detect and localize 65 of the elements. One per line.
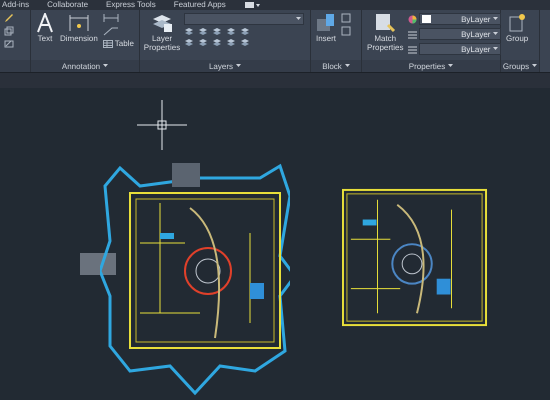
block-tool-icon — [341, 13, 352, 23]
pencil-icon — [4, 13, 14, 23]
ribbon-tab[interactable]: Express Tools — [106, 0, 156, 10]
panel-title-text: Annotation — [62, 62, 100, 70]
linear-dimension-icon — [102, 13, 119, 23]
caret-icon — [236, 64, 241, 68]
caret-icon — [344, 64, 350, 68]
property-dropdown[interactable]: ByLayer — [419, 28, 502, 40]
layers-icon — [151, 13, 173, 33]
entrance-ramp-drawing — [80, 253, 116, 275]
copy-icon — [4, 26, 14, 36]
caret-icon — [296, 17, 301, 21]
ribbon-tab[interactable]: Add-ins — [2, 0, 30, 10]
tab-overflow-icon — [244, 1, 260, 9]
panel-title[interactable]: Block — [311, 60, 361, 72]
layer-tool-icon — [240, 28, 249, 36]
caret-icon — [448, 64, 454, 68]
layer-tool-icon — [184, 28, 193, 36]
panel-title-text: Properties — [408, 62, 446, 70]
panel-title-text: Block — [322, 62, 342, 70]
table-icon — [102, 40, 113, 48]
hatch-icon — [4, 39, 14, 49]
panel-title[interactable]: Groups — [501, 60, 539, 72]
caret-icon — [493, 17, 498, 21]
caret-icon — [532, 64, 538, 68]
match-properties-button[interactable]: Match Properties — [366, 13, 404, 52]
lineweight-icon — [408, 30, 418, 38]
block-tool-icon — [341, 26, 352, 36]
layer-dropdown[interactable] — [184, 13, 304, 25]
color-swatch — [422, 15, 432, 23]
layer-tool-icon — [184, 39, 193, 47]
layer-tool-icon — [240, 39, 249, 47]
layer-properties-button[interactable]: Layer Properties — [144, 13, 180, 52]
match-properties-icon — [374, 13, 396, 33]
caret-icon — [493, 32, 498, 36]
layer-tool-icon — [226, 39, 235, 47]
panel-title[interactable]: Annotation — [31, 60, 139, 72]
crosshair-cursor-icon — [137, 100, 187, 150]
color-wheel-icon — [408, 14, 418, 24]
panel-title-text: Groups — [502, 62, 530, 70]
panel-title[interactable]: Layers — [140, 60, 310, 72]
caret-icon — [103, 64, 108, 68]
layer-tool-icon — [198, 39, 207, 47]
block-insert-icon — [316, 13, 336, 33]
layer-tool-icon — [212, 28, 221, 36]
group-button[interactable]: Group — [505, 13, 530, 43]
panel-title[interactable]: Properties — [362, 60, 500, 72]
leader-icon — [102, 26, 119, 36]
ribbon-tab[interactable]: Collaborate — [47, 0, 88, 10]
group-icon — [508, 13, 526, 33]
layer-tool-icon — [198, 28, 207, 36]
property-dropdown[interactable]: ByLayer — [419, 13, 502, 25]
dimension-tool-button[interactable]: Dimension — [59, 13, 99, 43]
ribbon-tab[interactable]: Featured Apps — [174, 0, 226, 10]
text-tool-button[interactable]: Text — [35, 13, 55, 43]
layer-tool-icon — [212, 39, 221, 47]
lineweight-icon — [408, 44, 418, 54]
caret-icon — [493, 47, 498, 51]
table-button[interactable]: Table — [102, 39, 134, 48]
insert-button[interactable]: Insert — [315, 13, 338, 43]
dimension-icon — [68, 13, 90, 33]
panel-title-text: Layers — [208, 62, 233, 70]
letter-icon — [36, 13, 54, 33]
property-dropdown[interactable]: ByLayer — [419, 43, 502, 55]
layer-tool-icon — [226, 28, 235, 36]
